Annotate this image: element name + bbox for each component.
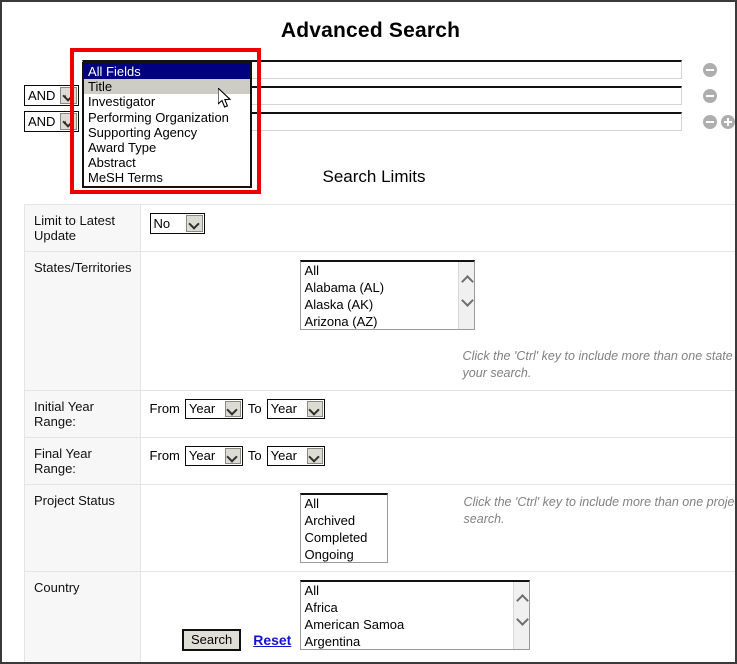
dropdown-option-supporting-agency[interactable]: Supporting Agency: [84, 125, 250, 140]
label-initial-year: Initial Year Range:: [24, 389, 141, 438]
final-year-to-value: Year: [270, 447, 297, 463]
dropdown-option-title[interactable]: Title: [84, 79, 250, 95]
search-limits-table: Limit to Latest Update No States/Territo…: [24, 204, 735, 662]
minus-icon[interactable]: [703, 89, 717, 103]
boolean-operator-value-2: AND: [28, 88, 56, 103]
page-title: Advanced Search: [280, 19, 461, 42]
table-row-states: States/Territories All Alabama (AL) Alas…: [24, 251, 735, 391]
scroll-up-icon[interactable]: [517, 596, 528, 604]
final-year-to-select[interactable]: Year: [266, 445, 325, 466]
final-year-to-label: To: [247, 448, 262, 464]
scroll-down-icon[interactable]: [517, 615, 528, 623]
table-row-final-year: Final Year Range: From Year To Year: [24, 436, 735, 485]
dropdown-option-award-type[interactable]: Award Type: [84, 140, 250, 155]
dropdown-option-mesh-terms[interactable]: MeSH Terms: [84, 170, 250, 185]
cell-states-control: All Alabama (AL) Alaska (AK) Arizona (AZ…: [139, 251, 735, 391]
list-item[interactable]: Completed: [301, 529, 387, 546]
dropdown-option-all-fields[interactable]: All Fields: [84, 64, 250, 80]
list-item[interactable]: All: [301, 262, 474, 279]
minus-icon[interactable]: [703, 63, 717, 77]
label-latest-update: Limit to Latest Update: [24, 204, 141, 252]
plus-icon[interactable]: [721, 115, 735, 129]
country-listbox-scrollbar[interactable]: [512, 581, 529, 649]
minus-icon[interactable]: [703, 115, 717, 129]
list-item[interactable]: Alaska (AK): [301, 296, 474, 313]
latest-update-select[interactable]: No: [149, 213, 205, 234]
chevron-down-icon: [306, 447, 323, 464]
chevron-down-icon: [185, 215, 203, 232]
initial-year-to-label: To: [247, 401, 262, 417]
dropdown-option-abstract[interactable]: Abstract: [84, 155, 250, 170]
label-country: Country: [24, 570, 141, 662]
initial-year-from-label: From: [149, 401, 180, 417]
scroll-up-icon[interactable]: [462, 277, 473, 285]
list-item[interactable]: Arizona (AZ): [301, 313, 474, 329]
initial-year-from-select[interactable]: Year: [184, 398, 243, 419]
table-row-latest-update: Limit to Latest Update No: [24, 204, 735, 252]
chevron-down-icon: [224, 400, 241, 417]
boolean-operator-value-3: AND: [28, 114, 56, 129]
list-item[interactable]: All: [301, 582, 529, 599]
reset-link[interactable]: Reset: [253, 632, 291, 648]
label-states: States/Territories: [24, 251, 141, 391]
states-hint: Click the 'Ctrl' key to include more tha…: [462, 349, 735, 380]
cell-latest-update-control: No: [139, 204, 735, 252]
final-year-from-label: From: [149, 448, 180, 464]
project-status-hint: Click the 'Ctrl' key to include more tha…: [463, 494, 735, 526]
form-actions: Search Reset: [182, 629, 291, 651]
list-item[interactable]: Africa: [301, 599, 529, 616]
cell-final-year-control: From Year To Year: [139, 436, 735, 485]
states-listbox-scrollbar[interactable]: [457, 262, 474, 329]
initial-year-to-value: Year: [270, 400, 297, 416]
table-row-country: Country All Africa American Samoa Argent…: [24, 570, 735, 662]
label-final-year: Final Year Range:: [24, 436, 141, 485]
dropdown-option-investigator[interactable]: Investigator: [84, 94, 250, 109]
list-item[interactable]: Archived: [301, 512, 387, 529]
project-status-listbox[interactable]: All Archived Completed Ongoing: [299, 492, 388, 563]
chevron-down-icon: [306, 400, 323, 417]
cell-initial-year-control: From Year To Year: [139, 389, 735, 438]
scroll-down-icon[interactable]: [462, 296, 473, 304]
states-listbox[interactable]: All Alabama (AL) Alaska (AK) Arizona (AZ…: [299, 260, 475, 330]
advanced-search-page: Advanced Search AND AND All Fields Title…: [0, 0, 737, 664]
cell-project-status-control: All Archived Completed Ongoing Click the…: [139, 483, 735, 572]
search-limits-heading: Search Limits: [322, 167, 426, 186]
list-item[interactable]: Argentina: [301, 633, 529, 649]
dropdown-option-performing-organization[interactable]: Performing Organization: [84, 110, 250, 125]
initial-year-to-select[interactable]: Year: [266, 398, 325, 419]
list-item[interactable]: Ongoing: [301, 546, 387, 562]
initial-year-from-value: Year: [188, 400, 216, 416]
final-year-from-value: Year: [188, 447, 216, 463]
table-row-project-status: Project Status All Archived Completed On…: [24, 483, 735, 572]
latest-update-value: No: [153, 216, 171, 231]
country-listbox[interactable]: All Africa American Samoa Argentina: [299, 579, 530, 650]
list-item[interactable]: American Samoa: [301, 616, 529, 633]
search-button[interactable]: Search: [182, 629, 242, 651]
final-year-from-select[interactable]: Year: [184, 445, 243, 466]
chevron-down-icon: [224, 447, 241, 464]
list-item[interactable]: All: [301, 495, 387, 512]
field-select-dropdown[interactable]: All Fields Title Investigator Performing…: [82, 62, 252, 188]
label-project-status: Project Status: [24, 483, 141, 572]
list-item[interactable]: Alabama (AL): [301, 279, 474, 296]
table-row-initial-year: Initial Year Range: From Year To Year: [24, 389, 735, 438]
